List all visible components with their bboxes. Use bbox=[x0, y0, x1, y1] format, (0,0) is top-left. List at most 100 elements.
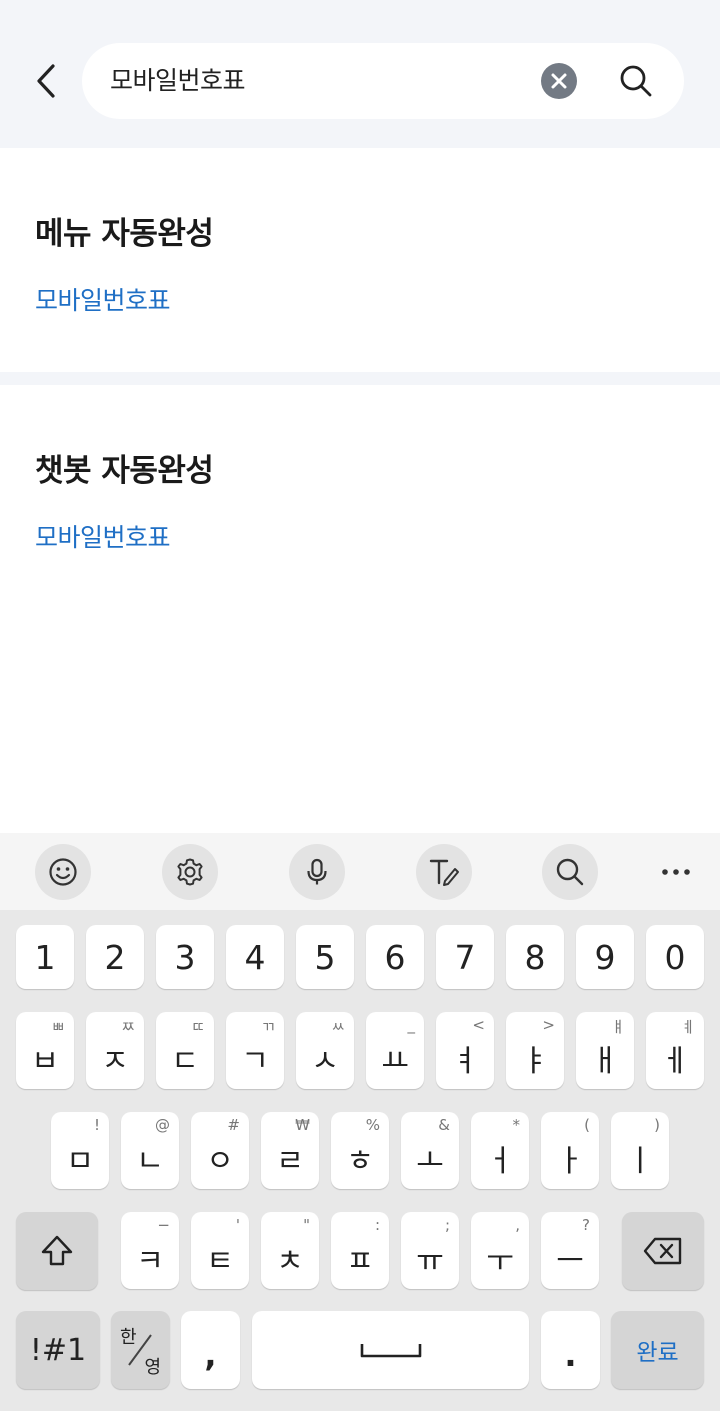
period-key[interactable]: . bbox=[541, 1311, 600, 1389]
key-6[interactable]: 6 bbox=[366, 925, 424, 989]
key-ㅓ[interactable]: * ㅓ bbox=[471, 1112, 529, 1189]
key-ㅇ[interactable]: # ㅇ bbox=[191, 1112, 249, 1189]
clear-circle-icon bbox=[551, 73, 567, 89]
back-button[interactable] bbox=[26, 58, 66, 104]
key-label: 2 bbox=[104, 937, 126, 977]
key-label: 5 bbox=[314, 937, 336, 977]
key-secondary-label: < bbox=[472, 1016, 485, 1034]
key-ㅐ[interactable]: ㅒㅐ bbox=[576, 1012, 634, 1089]
handwriting-icon bbox=[429, 859, 459, 886]
key-label: ㅈ bbox=[101, 1043, 129, 1079]
key-ㄷ[interactable]: ㄸㄷ bbox=[156, 1012, 214, 1089]
key-ㅗ[interactable]: & ㅗ bbox=[401, 1112, 459, 1189]
handwriting-button[interactable] bbox=[416, 844, 472, 900]
key-label: ㄷ bbox=[171, 1043, 199, 1079]
key-label: ㅣ bbox=[626, 1143, 654, 1179]
key-ㅋ[interactable]: − ㅋ bbox=[121, 1212, 179, 1289]
key-3[interactable]: 3 bbox=[156, 925, 214, 989]
key-ㅣ[interactable]: ) ㅣ bbox=[611, 1112, 669, 1189]
chatbot-suggestion-item[interactable]: 모바일번호표 bbox=[35, 518, 171, 554]
keyboard-toolbar bbox=[0, 833, 720, 910]
key-ㅕ[interactable]: < ㅕ bbox=[436, 1012, 494, 1089]
settings-icon bbox=[177, 858, 203, 886]
key-secondary-label: ㄲ bbox=[261, 1018, 275, 1036]
keyboard-search-button[interactable] bbox=[542, 844, 598, 900]
key-ㅂ[interactable]: ㅃㅂ bbox=[16, 1012, 74, 1089]
search-header: 모바일번호표 bbox=[0, 0, 720, 148]
key-5[interactable]: 5 bbox=[296, 925, 354, 989]
emoji-button[interactable] bbox=[35, 844, 91, 900]
key-secondary-label: , bbox=[515, 1216, 520, 1234]
key-ㅑ[interactable]: > ㅑ bbox=[506, 1012, 564, 1089]
key-label: ㅔ bbox=[661, 1043, 689, 1079]
search-field[interactable]: 모바일번호표 bbox=[82, 43, 684, 119]
key-ㄹ[interactable]: ₩ ㄹ bbox=[261, 1112, 319, 1189]
backspace-key[interactable] bbox=[622, 1212, 704, 1290]
section-divider bbox=[0, 372, 720, 385]
menu-suggestion-item[interactable]: 모바일번호표 bbox=[35, 281, 171, 317]
search-input[interactable]: 모바일번호표 bbox=[110, 43, 246, 119]
key-4[interactable]: 4 bbox=[226, 925, 284, 989]
key-label: ㅍ bbox=[346, 1243, 374, 1279]
key-ㅊ[interactable]: " ㅊ bbox=[261, 1212, 319, 1289]
voice-input-button[interactable] bbox=[289, 844, 345, 900]
key-ㅛ[interactable]: _ ㅛ bbox=[366, 1012, 424, 1089]
key-label: 8 bbox=[524, 937, 546, 977]
key-ㅁ[interactable]: ! ㅁ bbox=[51, 1112, 109, 1189]
key-secondary-label: @ bbox=[155, 1116, 170, 1134]
key-secondary-label: : bbox=[374, 1216, 380, 1234]
key-label: ㄹ bbox=[276, 1143, 304, 1179]
key-ㅡ[interactable]: ? ㅡ bbox=[541, 1212, 599, 1289]
key-label: ㅊ bbox=[276, 1243, 304, 1279]
key-secondary-label: ₩ bbox=[295, 1116, 310, 1134]
key-secondary-label: ㅖ bbox=[681, 1018, 695, 1036]
key-secondary-label: ㅃ bbox=[51, 1018, 65, 1036]
key-label: 4 bbox=[244, 937, 266, 977]
search-button[interactable] bbox=[615, 60, 657, 102]
key-label: ㅏ bbox=[556, 1143, 584, 1179]
key-ㅏ[interactable]: (ㅏ bbox=[541, 1112, 599, 1189]
key-ㅜ[interactable]: ,ㅜ bbox=[471, 1212, 529, 1289]
key-7[interactable]: 7 bbox=[436, 925, 494, 989]
key-0[interactable]: 0 bbox=[646, 925, 704, 989]
chatbot-autocomplete-section: 챗봇 자동완성 모바일번호표 bbox=[0, 385, 720, 833]
key-2[interactable]: 2 bbox=[86, 925, 144, 989]
key-9[interactable]: 9 bbox=[576, 925, 634, 989]
key-label: ㅌ bbox=[206, 1243, 234, 1279]
more-options-button[interactable] bbox=[648, 844, 704, 900]
key-ㅅ[interactable]: ㅆㅅ bbox=[296, 1012, 354, 1089]
key-ㄴ[interactable]: @ ㄴ bbox=[121, 1112, 179, 1189]
key-ㅈ[interactable]: ㅉㅈ bbox=[86, 1012, 144, 1089]
key-label: ㄴ bbox=[136, 1143, 164, 1179]
settings-button[interactable] bbox=[162, 844, 218, 900]
key-8[interactable]: 8 bbox=[506, 925, 564, 989]
key-ㄱ[interactable]: ㄲㄱ bbox=[226, 1012, 284, 1089]
clear-button[interactable] bbox=[541, 63, 577, 99]
key-label: ㄱ bbox=[241, 1043, 269, 1079]
done-key[interactable]: 완료 bbox=[611, 1311, 704, 1389]
key-ㅎ[interactable]: % ㅎ bbox=[331, 1112, 389, 1189]
key-secondary-label: ! bbox=[93, 1116, 100, 1134]
key-ㅌ[interactable]: ' ㅌ bbox=[191, 1212, 249, 1289]
key-label: 6 bbox=[384, 937, 406, 977]
key-label: ㅂ bbox=[31, 1043, 59, 1079]
key-label: ㅡ bbox=[556, 1243, 584, 1279]
key-secondary-label: * bbox=[512, 1116, 521, 1134]
key-ㅍ[interactable]: :ㅍ bbox=[331, 1212, 389, 1289]
key-secondary-label: & bbox=[438, 1116, 450, 1134]
key-secondary-label: ( bbox=[584, 1116, 590, 1134]
key-secondary-label: ㅉ bbox=[121, 1018, 135, 1036]
comma-key-label: , bbox=[204, 1336, 217, 1374]
done-key-label: 완료 bbox=[636, 1340, 679, 1366]
key-label: ㅅ bbox=[311, 1043, 339, 1079]
key-label: 0 bbox=[664, 937, 686, 977]
search-icon bbox=[620, 65, 652, 97]
key-ㅔ[interactable]: ㅖㅔ bbox=[646, 1012, 704, 1089]
space-key[interactable] bbox=[252, 1311, 529, 1389]
key-1[interactable]: 1 bbox=[16, 925, 74, 989]
comma-key[interactable]: , bbox=[181, 1311, 240, 1389]
shift-key[interactable] bbox=[16, 1212, 98, 1290]
symbols-key[interactable]: !#1 bbox=[16, 1311, 100, 1389]
key-ㅠ[interactable]: ; ㅠ bbox=[401, 1212, 459, 1289]
language-switch-key[interactable]: 한 영 bbox=[111, 1311, 170, 1389]
